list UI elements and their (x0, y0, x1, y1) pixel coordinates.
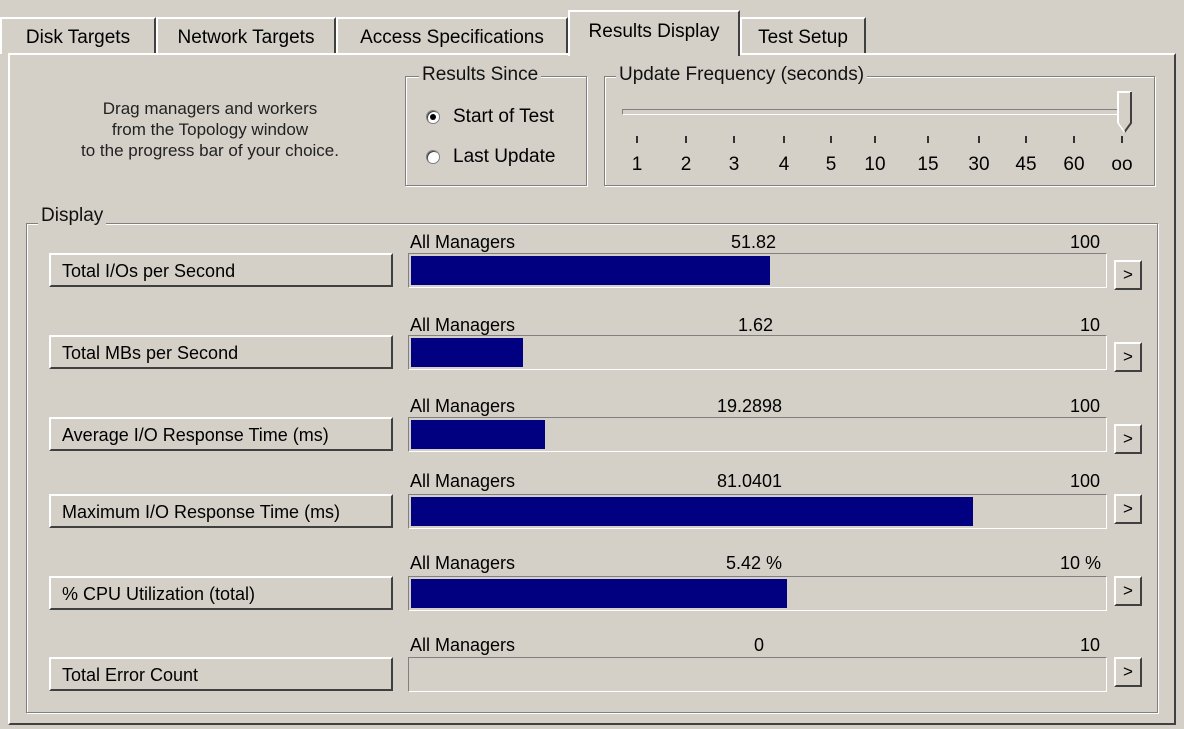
slider-tick-label: 30 (968, 154, 990, 175)
radio-last-update-label: Last Update (453, 146, 556, 167)
metric-button-cpu-utilization[interactable]: % CPU Utilization (total) (49, 576, 393, 610)
metric-value-label: 1.62 (738, 315, 774, 335)
display-group (26, 223, 1158, 713)
metric-max-label: 100 (1070, 232, 1101, 252)
update-frequency-slider-thumb[interactable] (1117, 91, 1132, 133)
metric-max-label: 100 (1070, 396, 1101, 416)
slider-tick-label: 45 (1015, 154, 1037, 175)
slider-tick-label: 10 (864, 154, 886, 175)
slider-tick-label: 3 (728, 154, 740, 175)
metric-scope-label: All Managers (410, 232, 516, 252)
radio-last-update[interactable]: Last Update (426, 146, 555, 168)
metric-progress-bar[interactable] (408, 657, 1107, 692)
metric-value-label: 5.42 % (726, 553, 783, 573)
update-frequency-title: Update Frequency (seconds) (616, 64, 868, 86)
metric-expand-arrow-button[interactable]: > (1114, 657, 1142, 687)
metric-progress-fill (411, 338, 523, 367)
metric-max-label: 10 (1080, 315, 1101, 335)
metric-scope-label: All Managers (410, 315, 516, 335)
slider-tick-label: 4 (778, 154, 790, 175)
tab-test-setup[interactable]: Test Setup (740, 17, 866, 54)
metric-button-total-mbs[interactable]: Total MBs per Second (49, 335, 393, 369)
metric-progress-fill (411, 497, 973, 526)
metric-progress-bar[interactable] (408, 417, 1107, 452)
metric-expand-arrow-button[interactable]: > (1114, 260, 1142, 290)
radio-start-of-test[interactable]: Start of Test (426, 106, 554, 128)
metric-expand-arrow-button[interactable]: > (1114, 424, 1142, 454)
slider-tick-label: 60 (1063, 154, 1085, 175)
slider-tick (874, 136, 876, 143)
radio-button-selected[interactable] (426, 110, 440, 124)
metric-scope-label: All Managers (410, 396, 516, 416)
slider-tick (1073, 136, 1075, 143)
metric-progress-bar[interactable] (408, 494, 1107, 529)
results-since-title: Results Since (419, 64, 542, 86)
tab-results-display[interactable]: Results Display (568, 10, 740, 56)
tab-disk-targets[interactable]: Disk Targets (0, 17, 156, 54)
radio-start-of-test-label: Start of Test (453, 106, 555, 127)
metric-progress-bar[interactable] (408, 253, 1107, 288)
metric-value-label: 81.0401 (717, 471, 783, 491)
metric-button-total-ios[interactable]: Total I/Os per Second (49, 253, 393, 287)
slider-tick (830, 136, 832, 143)
metric-expand-arrow-button[interactable]: > (1114, 576, 1142, 606)
metric-value-label: 19.2898 (717, 396, 783, 416)
metric-button-total-errors[interactable]: Total Error Count (49, 657, 393, 691)
results-since-group (405, 76, 587, 186)
metric-button-max-response[interactable]: Maximum I/O Response Time (ms) (49, 494, 393, 528)
slider-tick-label: 15 (917, 154, 939, 175)
slider-tick-label: 1 (631, 154, 643, 175)
metric-value-label: 0 (754, 635, 765, 655)
display-title: Display (38, 205, 107, 227)
radio-button-unselected[interactable] (426, 150, 440, 164)
slider-tick (685, 136, 687, 143)
tab-access-specifications[interactable]: Access Specifications (336, 17, 568, 54)
tab-strip: Disk Targets Network Targets Access Spec… (0, 0, 1184, 60)
metric-value-label: 51.82 (731, 232, 777, 252)
metric-expand-arrow-button[interactable]: > (1114, 342, 1142, 372)
tab-network-targets[interactable]: Network Targets (156, 17, 336, 54)
slider-tick (1025, 136, 1027, 143)
metric-scope-label: All Managers (410, 471, 516, 491)
metric-expand-arrow-button[interactable]: > (1114, 494, 1142, 524)
slider-tick (927, 136, 929, 143)
metric-progress-fill (411, 420, 545, 449)
metric-max-label: 10 % (1060, 553, 1102, 573)
slider-tick-label: 2 (680, 154, 692, 175)
metric-progress-fill (411, 256, 770, 285)
slider-tick-label: oo (1111, 154, 1133, 175)
metric-scope-label: All Managers (410, 635, 516, 655)
slider-tick-label: 5 (825, 154, 837, 175)
metric-scope-label: All Managers (410, 553, 516, 573)
metric-button-avg-response[interactable]: Average I/O Response Time (ms) (49, 417, 393, 451)
slider-tick (783, 136, 785, 143)
metric-max-label: 100 (1070, 471, 1101, 491)
slider-tick (636, 136, 638, 143)
update-frequency-slider-track[interactable] (622, 109, 1130, 115)
metric-progress-bar[interactable] (408, 576, 1107, 611)
metric-progress-bar[interactable] (408, 335, 1107, 370)
slider-tick (1121, 136, 1123, 143)
metric-progress-fill (411, 579, 787, 608)
metric-max-label: 10 (1080, 635, 1101, 655)
slider-tick (733, 136, 735, 143)
slider-tick (978, 136, 980, 143)
